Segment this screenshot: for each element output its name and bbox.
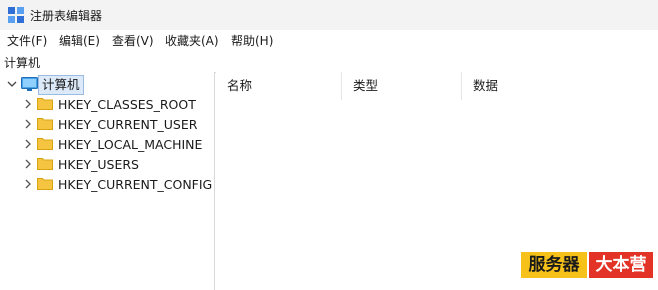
menu-help[interactable]: 帮助(H) xyxy=(231,32,273,49)
chevron-right-icon[interactable] xyxy=(22,134,34,154)
watermark-part2: 大本营 xyxy=(589,252,653,278)
folder-icon xyxy=(37,118,53,130)
tree-root[interactable]: 计算机 xyxy=(0,75,214,95)
watermark-part1: 服务器 xyxy=(521,252,587,278)
folder-icon xyxy=(37,158,53,170)
tree-item-label[interactable]: HKEY_CLASSES_ROOT xyxy=(58,97,196,112)
chevron-right-icon[interactable] xyxy=(22,154,34,174)
address-bar[interactable]: 计算机 xyxy=(0,50,658,73)
tree-item[interactable]: HKEY_CURRENT_USER xyxy=(0,114,214,134)
tree-item[interactable]: HKEY_CLASSES_ROOT xyxy=(0,94,214,114)
chevron-down-icon[interactable] xyxy=(6,75,18,95)
tree-item-label[interactable]: HKEY_USERS xyxy=(58,157,139,172)
tree-item[interactable]: HKEY_USERS xyxy=(0,154,214,174)
tree-item[interactable]: HKEY_CURRENT_CONFIG xyxy=(0,174,214,194)
column-header-type[interactable]: 类型 xyxy=(342,72,462,100)
tree-item-label[interactable]: HKEY_LOCAL_MACHINE xyxy=(58,137,202,152)
chevron-right-icon[interactable] xyxy=(22,174,34,194)
tree-item[interactable]: HKEY_LOCAL_MACHINE xyxy=(0,134,214,154)
menu-edit[interactable]: 编辑(E) xyxy=(59,32,100,49)
menu-view[interactable]: 查看(V) xyxy=(112,32,154,49)
folder-icon xyxy=(37,98,53,110)
chevron-right-icon[interactable] xyxy=(22,114,34,134)
menu-favorites[interactable]: 收藏夹(A) xyxy=(165,32,219,49)
address-path: 计算机 xyxy=(4,56,41,70)
folder-icon xyxy=(37,138,53,150)
tree-pane[interactable]: 计算机 HKEY_CLASSES_ROOT HKEY_CURRENT_USER … xyxy=(0,72,215,290)
computer-icon xyxy=(21,77,38,91)
chevron-right-icon[interactable] xyxy=(22,94,34,114)
menu-file[interactable]: 文件(F) xyxy=(7,32,47,49)
regedit-icon xyxy=(8,7,24,23)
column-header-data[interactable]: 数据 xyxy=(462,72,658,100)
tree-root-label[interactable]: 计算机 xyxy=(38,75,84,95)
tree-item-label[interactable]: HKEY_CURRENT_USER xyxy=(58,117,197,132)
title-bar: 注册表编辑器 xyxy=(0,0,658,30)
tree-item-label[interactable]: HKEY_CURRENT_CONFIG xyxy=(58,177,212,192)
folder-icon xyxy=(37,178,53,190)
window-title: 注册表编辑器 xyxy=(30,9,103,23)
column-header-name[interactable]: 名称 xyxy=(216,72,342,100)
menu-bar: 文件(F) 编辑(E) 查看(V) 收藏夹(A) 帮助(H) xyxy=(0,30,658,50)
